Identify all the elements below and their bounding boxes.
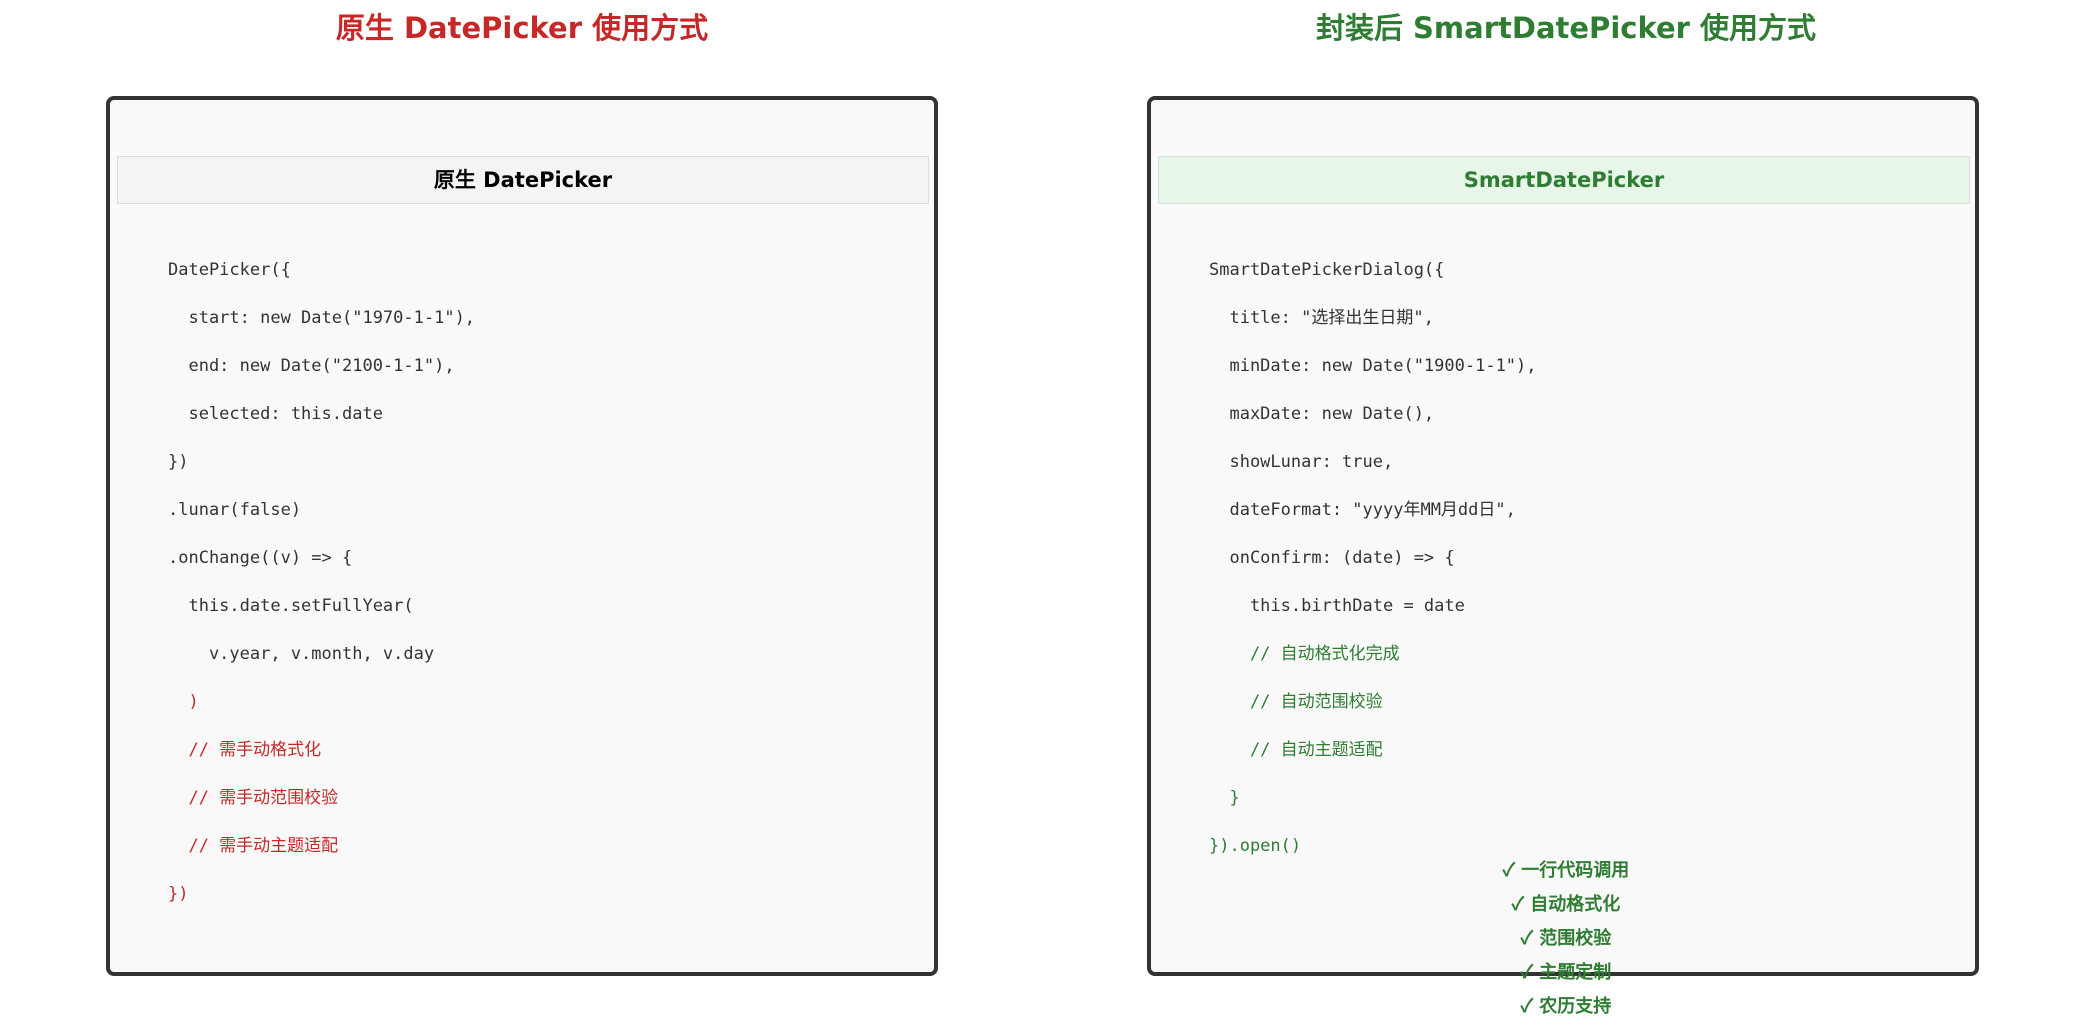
feature-item: ✓ 主题定制	[1520, 962, 1612, 983]
smart-code-block: SmartDatePickerDialog({ title: "选择出生日期",…	[1209, 258, 1537, 882]
feature-item: ✓ 农历支持	[1520, 996, 1612, 1017]
code-line: // 自动格式化完成	[1209, 644, 1400, 664]
code-line: start: new Date("1970-1-1"),	[168, 308, 476, 328]
code-line: )	[168, 692, 199, 712]
feature-list: ✓ 一行代码调用 ✓ 自动格式化 ✓ 范围校验 ✓ 主题定制 ✓ 农历支持	[1366, 855, 1766, 1025]
native-code-block: DatePicker({ start: new Date("1970-1-1")…	[168, 258, 475, 930]
code-line: dateFormat: "yyyy年MM月dd日",	[1209, 500, 1516, 520]
code-line: // 自动范围校验	[1209, 692, 1383, 712]
native-datepicker-panel: 原生 DatePicker DatePicker({ start: new Da…	[106, 96, 938, 976]
right-title: 封装后 SmartDatePicker 使用方式	[1315, 11, 1817, 45]
code-line: .lunar(false)	[168, 500, 302, 520]
feature-item: ✓ 一行代码调用	[1502, 860, 1630, 881]
code-line: DatePicker({	[168, 260, 291, 280]
code-line: .onChange((v) => {	[168, 548, 353, 568]
code-line: selected: this.date	[168, 404, 383, 424]
code-line: }	[1209, 788, 1240, 808]
code-line: onConfirm: (date) => {	[1209, 548, 1455, 568]
smart-datepicker-panel: SmartDatePicker SmartDatePickerDialog({ …	[1147, 96, 1979, 976]
code-line: maxDate: new Date(),	[1209, 404, 1435, 424]
code-line: // 需手动格式化	[168, 740, 322, 760]
code-line: minDate: new Date("1900-1-1"),	[1209, 356, 1537, 376]
feature-item: ✓ 自动格式化	[1511, 894, 1621, 915]
code-line: })	[168, 884, 189, 904]
code-line: this.date.setFullYear(	[168, 596, 414, 616]
code-line: // 自动主题适配	[1209, 740, 1383, 760]
code-line: SmartDatePickerDialog({	[1209, 260, 1445, 280]
code-line: })	[168, 452, 189, 472]
code-line: end: new Date("2100-1-1"),	[168, 356, 455, 376]
native-datepicker-header: 原生 DatePicker	[117, 156, 929, 204]
code-line: v.year, v.month, v.day	[168, 644, 435, 664]
code-line: // 需手动主题适配	[168, 836, 339, 856]
smart-datepicker-header: SmartDatePicker	[1158, 156, 1970, 204]
code-line: showLunar: true,	[1209, 452, 1394, 472]
code-line: title: "选择出生日期",	[1209, 308, 1434, 328]
code-line: this.birthDate = date	[1209, 596, 1465, 616]
code-line: // 需手动范围校验	[168, 788, 339, 808]
left-title: 原生 DatePicker 使用方式	[335, 11, 709, 45]
feature-item: ✓ 范围校验	[1520, 928, 1612, 949]
